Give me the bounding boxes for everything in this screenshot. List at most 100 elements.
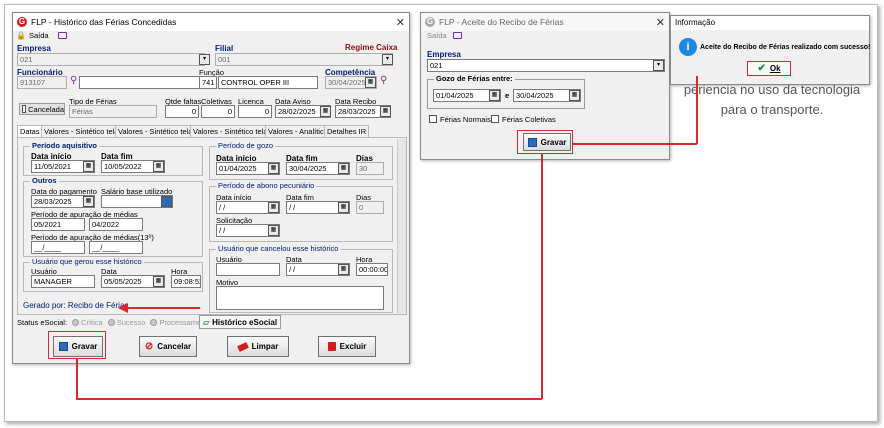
usuario-gerou-title: Usuário que gerou esse histórico <box>30 257 144 266</box>
tab-datas[interactable]: Datas <box>17 125 43 137</box>
coletivas-input[interactable]: 0 <box>201 105 235 118</box>
main-window: G FLP - Histórico das Férias Concedidas … <box>12 12 410 364</box>
arrow-head-icon <box>118 303 128 313</box>
hora-gerou-input: 09:08:52 <box>171 275 201 288</box>
connector-line <box>76 359 78 399</box>
abono-title: Período de abono pecuniário <box>216 181 317 190</box>
calendar-icon: ▦ <box>338 264 349 275</box>
gozo-title: Gozo de Férias entre: <box>434 74 515 83</box>
calendar-icon[interactable]: ▦ <box>365 77 376 88</box>
cancel-icon: ⊘ <box>144 341 154 352</box>
cancelar-button[interactable]: ⊘ Cancelar <box>139 336 197 357</box>
licenca-input[interactable]: 0 <box>238 105 272 118</box>
app-logo-icon: G <box>17 17 27 27</box>
chevron-down-icon[interactable]: ▾ <box>199 54 210 65</box>
aceite-saida-button[interactable]: Saída <box>427 31 462 40</box>
filial-select[interactable]: 001 <box>215 53 393 66</box>
calendar-icon[interactable]: ▦ <box>569 90 580 101</box>
cancelou-hora-input: 00:00:00 <box>356 263 388 276</box>
calculator-icon[interactable] <box>161 196 172 207</box>
trash-icon <box>327 342 336 351</box>
aceite-empresa-select[interactable]: 021 <box>427 59 665 72</box>
gerado-por-label: Gerado por: Recibo de Férias <box>23 301 129 310</box>
tab-sintetico-3[interactable]: Valores - Sintético tela 3 <box>190 125 277 137</box>
monitor-icon <box>452 32 462 39</box>
close-icon[interactable]: ✕ <box>656 16 665 29</box>
calendar-icon[interactable]: ▦ <box>320 106 331 117</box>
info-dialog: Informação i Aceite do Recibo de Férias … <box>670 15 870 85</box>
close-icon[interactable]: ✕ <box>396 16 405 29</box>
funcao-desc: CONTROL OPER III <box>218 76 318 89</box>
main-title: FLP - Histórico das Férias Concedidas <box>31 17 177 27</box>
filial-label: Filial <box>215 44 234 53</box>
historico-esocial-button[interactable]: ▱ Histórico eSocial <box>199 315 282 329</box>
info-icon: i <box>679 38 697 56</box>
ferias-coletivas-checkbox[interactable] <box>491 115 499 123</box>
calendar-icon: ▦ <box>153 276 164 287</box>
tab-detalhes-ir[interactable]: Detalhes IR <box>324 125 370 137</box>
background-text: periencia no uso da tecnologia para o tr… <box>672 80 872 120</box>
calendar-icon[interactable]: ▦ <box>153 161 164 172</box>
search-icon[interactable]: ⚲ <box>380 75 387 86</box>
saida-label: Saída <box>28 31 49 40</box>
periodo-aquisitivo-title: Período aquisitivo <box>30 141 100 150</box>
gravar-highlight-box <box>48 331 106 359</box>
periodo-gozo-title: Período de gozo <box>216 141 276 150</box>
apuracao13-ini-input[interactable]: __/____ <box>31 241 85 254</box>
aceite-saida-label: Saída <box>427 31 447 40</box>
calendar-icon[interactable]: ▦ <box>489 90 500 101</box>
arrow-line <box>128 307 200 309</box>
tab-analitico[interactable]: Valores - Analítico <box>265 125 331 137</box>
usuario-gerou-input: MANAGER <box>31 275 95 288</box>
aceite-gravar-highlight-box <box>517 130 573 154</box>
status-critica-label: Crítica <box>81 318 103 327</box>
search-icon[interactable]: ⚲ <box>70 75 77 86</box>
limpar-button[interactable]: Limpar <box>227 336 289 357</box>
ok-button[interactable]: ✔ Ok <box>747 61 791 76</box>
qtde-faltas-input[interactable]: 0 <box>165 105 199 118</box>
scrollbar[interactable] <box>397 139 406 313</box>
tab-sintetico-2[interactable]: Valores - Sintético tela 2 <box>115 125 202 137</box>
info-title: Informação <box>675 18 716 27</box>
historico-esocial-label: Histórico eSocial <box>212 317 278 327</box>
status-esocial-label: Status eSocial: <box>17 318 68 327</box>
calendar-icon[interactable]: ▦ <box>338 202 349 213</box>
funcionario-code-input[interactable]: 913107 <box>17 76 67 89</box>
ok-label: Ok <box>769 64 781 73</box>
calendar-icon[interactable]: ▦ <box>83 161 94 172</box>
cancelar-label: Cancelar <box>157 342 192 351</box>
funcao-code: 741 <box>199 76 217 89</box>
gozo-e-label: e <box>505 91 510 100</box>
background-text-line2: para o transporte. <box>720 102 824 117</box>
status-sucesso-label: Sucesso <box>116 318 146 327</box>
apuracao-ini-input[interactable]: 05/2021 <box>31 218 85 231</box>
chevron-down-icon[interactable]: ▾ <box>382 54 393 65</box>
radio-icon <box>150 319 158 326</box>
gozo-dias-input: 30 <box>356 162 384 175</box>
connector-line <box>76 398 542 400</box>
calendar-icon[interactable]: ▦ <box>83 196 94 207</box>
outros-title: Outros <box>30 176 59 185</box>
tipo-ferias-select[interactable]: Férias <box>69 105 157 118</box>
ferias-normais-label: Férias Normais <box>440 115 491 124</box>
lock-icon: 🔒 <box>16 31 26 40</box>
cancelada-checkbox[interactable]: Cancelada <box>19 103 65 115</box>
empresa-select[interactable]: 021 <box>17 53 205 66</box>
status-sucesso: Sucesso <box>107 318 146 327</box>
saida-button[interactable]: 🔒 Saída <box>16 31 67 40</box>
checkbox-box <box>22 105 27 113</box>
funcionario-name-input[interactable] <box>79 76 205 89</box>
calendar-icon[interactable]: ▦ <box>268 163 279 174</box>
calendar-icon[interactable]: ▦ <box>380 106 391 117</box>
usuario-cancelou-title: Usuário que cancelou esse histórico <box>216 244 341 253</box>
ferias-normais-checkbox[interactable] <box>429 115 437 123</box>
connector-line <box>696 76 698 144</box>
main-titlebar: G FLP - Histórico das Férias Concedidas … <box>13 13 409 31</box>
excluir-button[interactable]: Excluir <box>318 336 376 357</box>
chevron-down-icon[interactable]: ▾ <box>653 60 664 71</box>
calendar-icon[interactable]: ▦ <box>268 202 279 213</box>
apuracao-fim-input[interactable]: 04/2022 <box>89 218 143 231</box>
calendar-icon[interactable]: ▦ <box>338 163 349 174</box>
apuracao13-fim-input[interactable]: __/____ <box>89 241 143 254</box>
calendar-icon[interactable]: ▦ <box>268 225 279 236</box>
